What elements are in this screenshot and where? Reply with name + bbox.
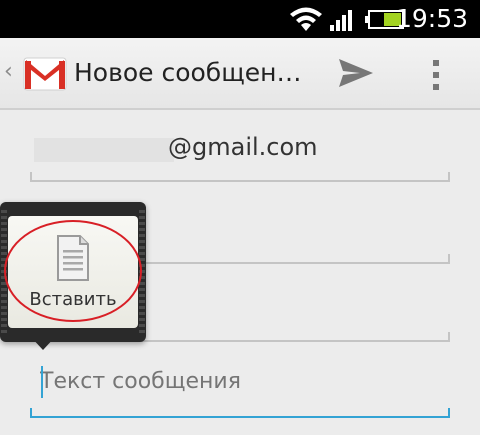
paste-button[interactable]: Вставить [8, 216, 138, 328]
chevron-left-icon[interactable]: ‹ [4, 60, 13, 84]
text-cursor [41, 366, 43, 398]
gmail-icon[interactable] [22, 54, 68, 94]
wifi-icon [290, 7, 322, 31]
status-time: 19:53 [395, 4, 468, 33]
signal-icon [330, 10, 352, 31]
body-field-underline [30, 408, 450, 418]
paste-label: Вставить [29, 289, 117, 310]
popup-pointer [30, 336, 56, 350]
popup-edge-right [139, 210, 145, 334]
paste-popup: Вставить [0, 202, 146, 342]
overflow-menu-icon[interactable] [428, 58, 444, 92]
send-icon[interactable] [336, 56, 376, 90]
clipboard-icon [57, 235, 89, 281]
action-bar: ‹ Новое сообщен… [0, 38, 480, 110]
message-body-input[interactable] [40, 364, 440, 400]
redacted-username [34, 138, 174, 162]
compose-title: Новое сообщен… [74, 58, 302, 87]
popup-edge-left [1, 210, 7, 334]
from-address[interactable]: @gmail.com [168, 131, 318, 163]
from-field-underline [30, 172, 450, 182]
status-bar: 19:53 [0, 0, 480, 38]
